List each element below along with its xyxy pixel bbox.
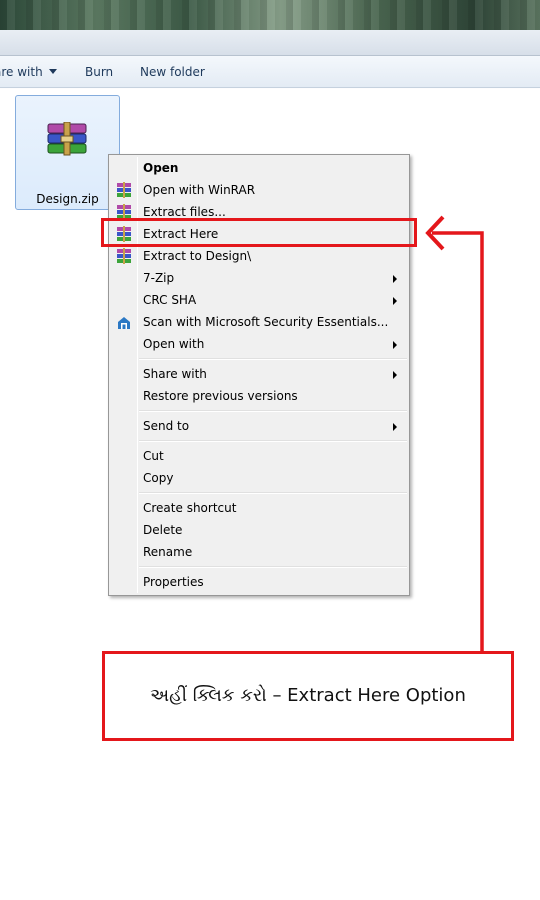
new-folder-button[interactable]: New folder <box>140 65 205 79</box>
menu-item-send-to[interactable]: Send to <box>111 415 407 437</box>
menu-item-label: Delete <box>143 523 183 537</box>
menu-item-label: Scan with Microsoft Security Essentials.… <box>143 315 389 329</box>
extract-here-highlight <box>101 218 417 247</box>
menu-item-label: Open <box>143 161 179 175</box>
menu-item-copy[interactable]: Copy <box>111 467 407 489</box>
menu-separator <box>139 566 407 568</box>
menu-separator <box>139 410 407 412</box>
menu-item-7zip[interactable]: 7-Zip <box>111 267 407 289</box>
winrar-icon <box>117 182 131 198</box>
menu-item-label: Share with <box>143 367 207 381</box>
menu-item-label: Open with <box>143 337 205 351</box>
menu-item-label: Open with WinRAR <box>143 183 256 197</box>
burn-button[interactable]: Burn <box>85 65 113 79</box>
callout-text: અહીં ક્લિક કરો – Extract Here Option <box>150 685 466 706</box>
winrar-icon <box>117 248 131 264</box>
menu-item-open-with-winrar[interactable]: Open with WinRAR <box>111 179 407 201</box>
submenu-arrow-icon <box>393 275 397 283</box>
menu-item-label: Rename <box>143 545 193 559</box>
menu-item-open-with[interactable]: Open with <box>111 333 407 355</box>
menu-separator <box>139 440 407 442</box>
menu-item-delete[interactable]: Delete <box>111 519 407 541</box>
address-bar[interactable] <box>0 30 540 56</box>
menu-item-open[interactable]: Open <box>111 157 407 179</box>
menu-item-cut[interactable]: Cut <box>111 445 407 467</box>
menu-item-scan-security-essentials[interactable]: Scan with Microsoft Security Essentials.… <box>111 311 407 333</box>
menu-item-label: Copy <box>143 471 174 485</box>
security-essentials-icon <box>118 317 130 329</box>
menu-item-extract-to-design[interactable]: Extract to Design\ <box>111 245 407 267</box>
menu-item-label: 7-Zip <box>143 271 175 285</box>
share-with-label: are with <box>0 65 43 79</box>
submenu-arrow-icon <box>393 423 397 431</box>
file-item-design-zip[interactable]: Design.zip <box>15 95 120 210</box>
menu-item-label: Create shortcut <box>143 501 237 515</box>
menu-item-label: Extract to Design\ <box>143 249 252 263</box>
menu-item-rename[interactable]: Rename <box>111 541 407 563</box>
annotation-callout: અહીં ક્લિક કરો – Extract Here Option <box>102 651 514 741</box>
submenu-arrow-icon <box>393 297 397 305</box>
menu-item-create-shortcut[interactable]: Create shortcut <box>111 497 407 519</box>
winrar-archive-icon <box>47 122 87 156</box>
submenu-arrow-icon <box>393 341 397 349</box>
share-with-button[interactable]: are with <box>0 65 57 79</box>
menu-separator <box>139 358 407 360</box>
menu-item-label: Extract files... <box>143 205 226 219</box>
menu-item-label: Restore previous versions <box>143 389 298 403</box>
file-name: Design.zip <box>36 192 99 206</box>
menu-item-restore-previous-versions[interactable]: Restore previous versions <box>111 385 407 407</box>
menu-item-label: Cut <box>143 449 164 463</box>
menu-item-label: Send to <box>143 419 190 433</box>
command-toolbar: are with Burn New folder <box>0 56 540 88</box>
explorer-window: are with Burn New folder Design.zip Open… <box>0 0 540 900</box>
menu-separator <box>139 492 407 494</box>
menu-item-share-with[interactable]: Share with <box>111 363 407 385</box>
submenu-arrow-icon <box>393 371 397 379</box>
desktop-wallpaper <box>0 0 540 30</box>
menu-item-properties[interactable]: Properties <box>111 571 407 593</box>
menu-item-label: CRC SHA <box>143 293 197 307</box>
chevron-down-icon <box>48 69 57 74</box>
menu-item-crc-sha[interactable]: CRC SHA <box>111 289 407 311</box>
menu-item-label: Properties <box>143 575 204 589</box>
